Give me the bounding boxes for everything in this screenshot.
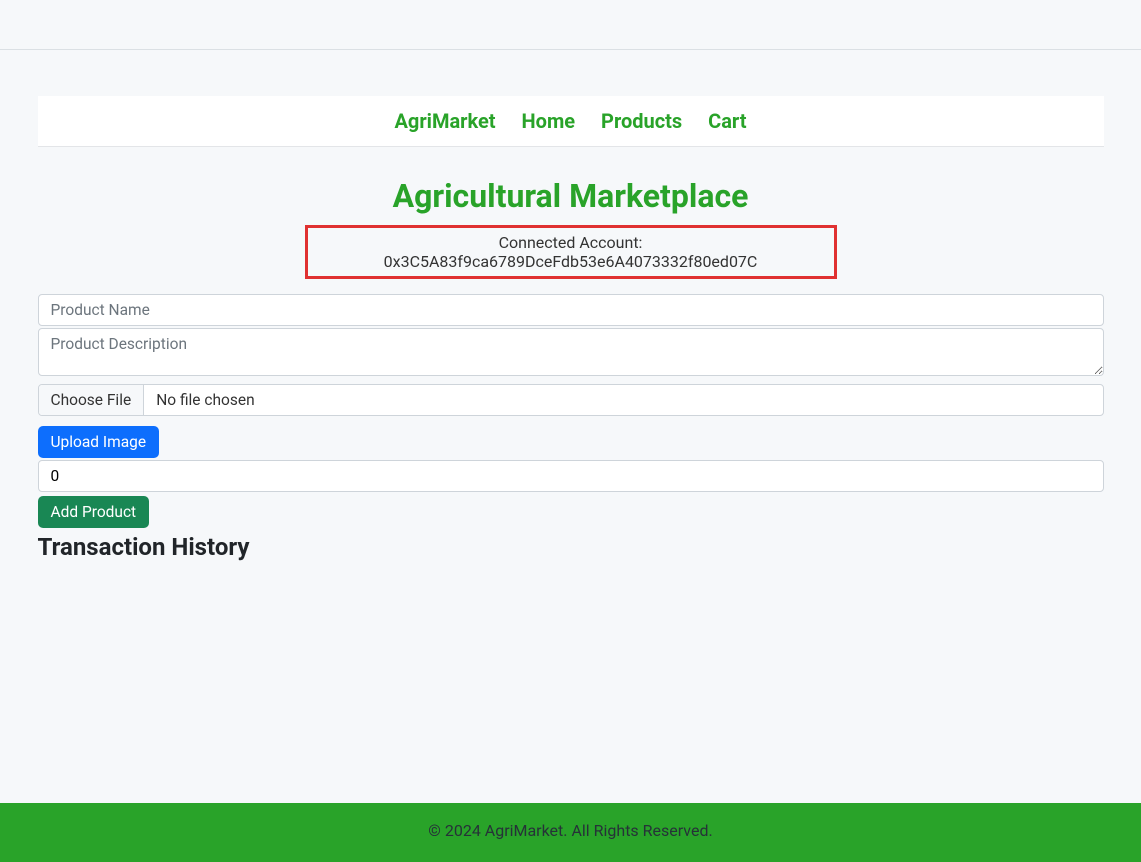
choose-file-button[interactable]: Choose File <box>39 385 145 415</box>
product-price-input[interactable] <box>38 460 1104 492</box>
product-description-input[interactable] <box>38 328 1104 376</box>
top-bar <box>0 0 1141 50</box>
file-input-row: Choose File No file chosen <box>38 384 1104 416</box>
nav-link-home[interactable]: Home <box>522 109 576 133</box>
nav-link-products[interactable]: Products <box>601 109 682 133</box>
upload-image-button[interactable]: Upload Image <box>38 426 160 458</box>
footer: © 2024 AgriMarket. All Rights Reserved. <box>0 803 1141 862</box>
main-container: AgriMarket Home Products Cart Agricultur… <box>38 50 1104 803</box>
file-status-text: No file chosen <box>144 385 1102 415</box>
add-product-button[interactable]: Add Product <box>38 496 150 528</box>
product-form: Choose File No file chosen Upload Image … <box>38 294 1104 561</box>
connected-account-label: Connected Account: <box>499 233 643 252</box>
connected-account-address: 0x3C5A83f9ca6789DceFdb53e6A4073332f80ed0… <box>384 252 758 271</box>
navbar: AgriMarket Home Products Cart <box>38 96 1104 147</box>
nav-brand[interactable]: AgriMarket <box>394 109 495 133</box>
product-name-input[interactable] <box>38 294 1104 326</box>
footer-text: © 2024 AgriMarket. All Rights Reserved. <box>0 821 1141 840</box>
connected-account-box: Connected Account: 0x3C5A83f9ca6789DceFd… <box>305 225 837 279</box>
nav-link-cart[interactable]: Cart <box>708 109 746 133</box>
page-title: Agricultural Marketplace <box>38 177 1104 215</box>
transaction-history-heading: Transaction History <box>38 533 1104 561</box>
